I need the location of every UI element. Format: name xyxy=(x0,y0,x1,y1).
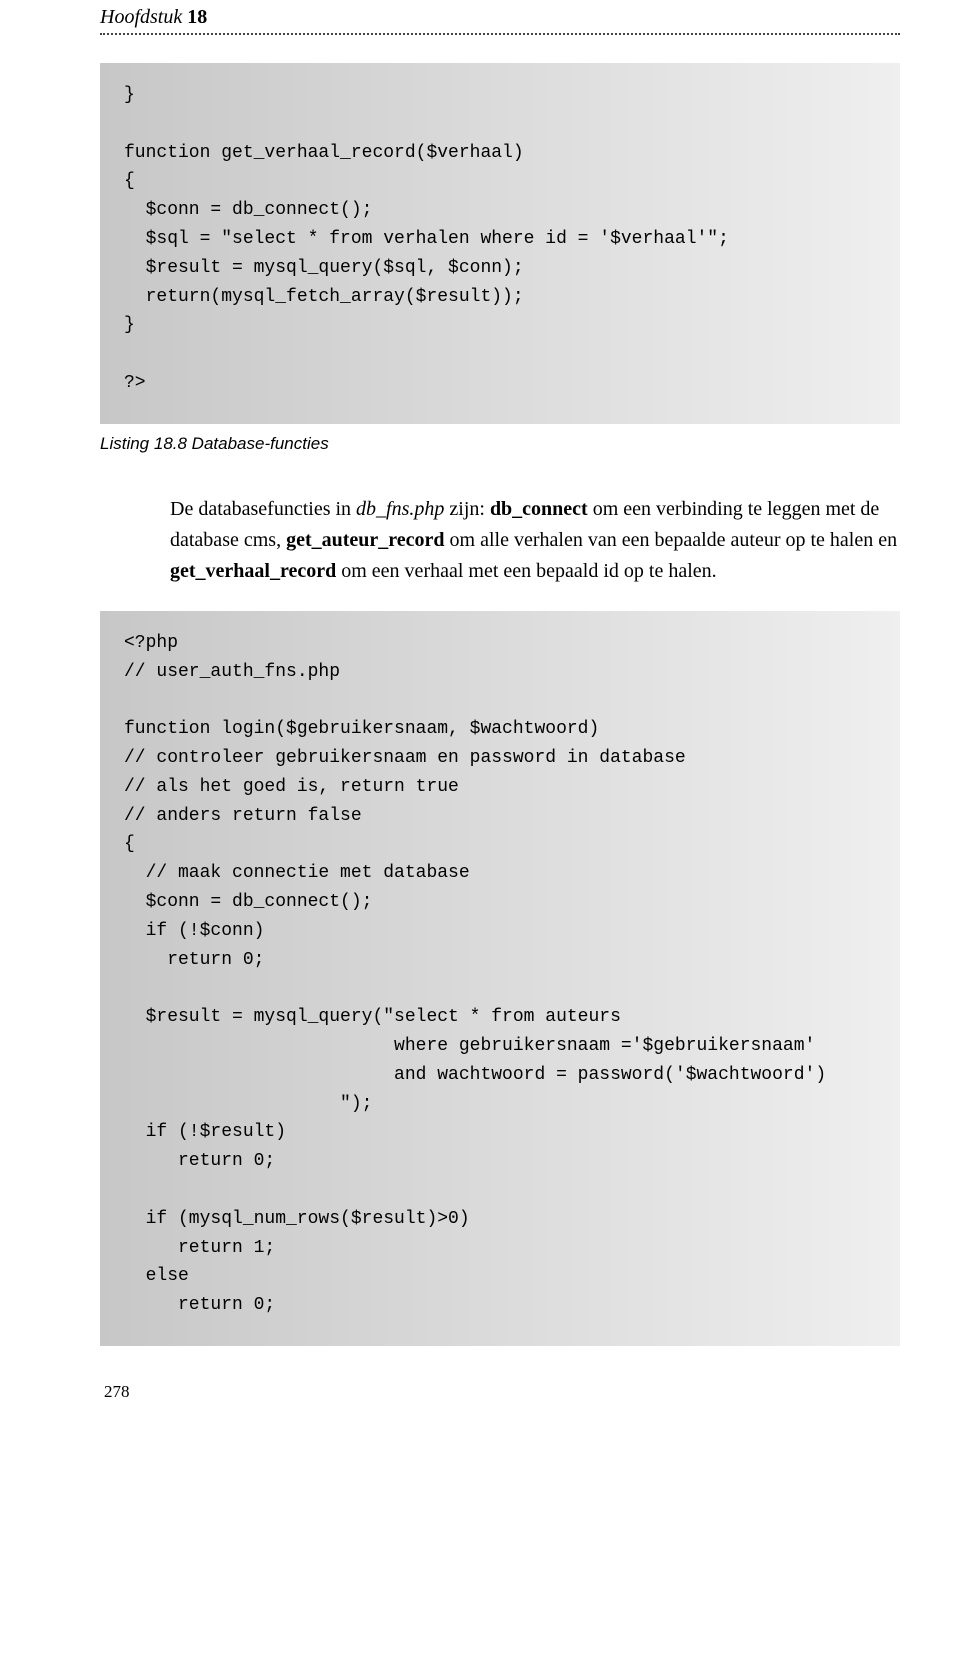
code-listing-2: <?php // user_auth_fns.php function logi… xyxy=(100,611,900,1346)
text-run: om alle verhalen van een bepaalde auteur… xyxy=(445,529,898,551)
inline-bold: db_connect xyxy=(490,498,588,520)
page: Hoofdstuk 18 } function get_verhaal_reco… xyxy=(0,0,960,1442)
code-listing-1: } function get_verhaal_record($verhaal) … xyxy=(100,63,900,424)
body-paragraph: De databasefuncties in db_fns.php zijn: … xyxy=(170,494,900,587)
listing-caption: Listing 18.8 Database-functies xyxy=(100,434,900,454)
inline-italic: db_fns.php xyxy=(356,498,444,520)
inline-bold: get_verhaal_record xyxy=(170,560,336,582)
text-run: zijn: xyxy=(444,498,490,520)
chapter-header: Hoofdstuk 18 xyxy=(100,0,900,35)
chapter-label: Hoofdstuk xyxy=(100,6,182,28)
page-number: 278 xyxy=(104,1382,900,1402)
chapter-number: 18 xyxy=(187,6,207,28)
inline-bold: get_auteur_record xyxy=(286,529,444,551)
text-run: De databasefuncties in xyxy=(170,498,356,520)
text-run: om een verhaal met een bepaald id op te … xyxy=(336,560,716,582)
